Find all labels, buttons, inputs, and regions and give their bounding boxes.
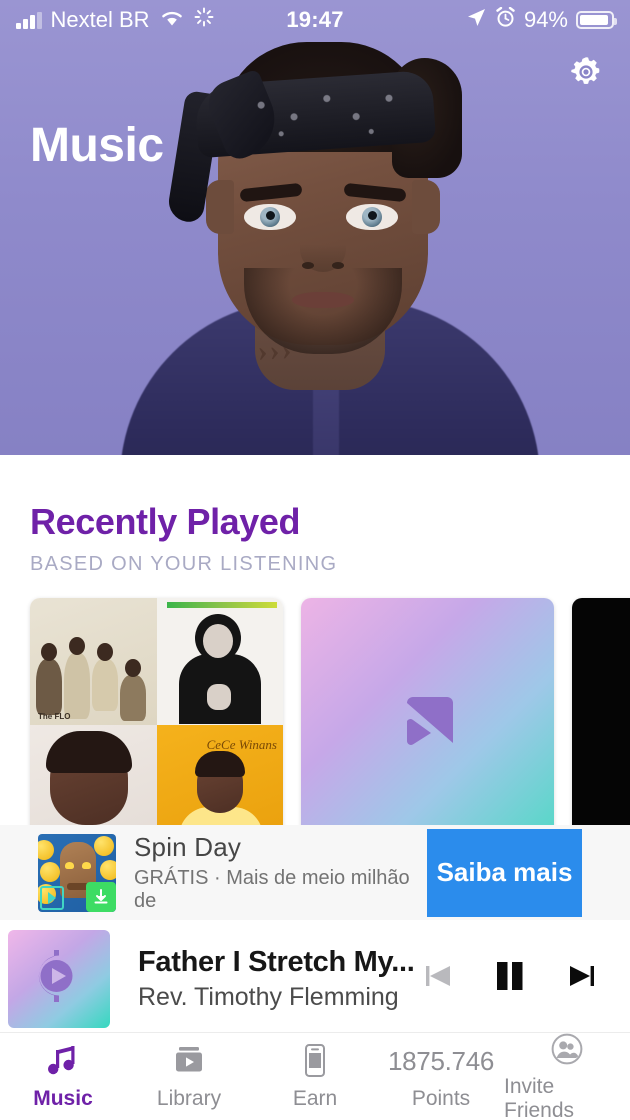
- tab-points[interactable]: 1875.746 Points: [378, 1042, 504, 1111]
- tab-label: Earn: [292, 1087, 338, 1110]
- pause-icon[interactable]: [490, 956, 530, 1001]
- album-card-black[interactable]: [572, 598, 630, 851]
- now-playing-title: Father I Stretch My...: [138, 945, 415, 978]
- tiki-game-icon: [38, 833, 116, 912]
- hero-banner: ››› Nextel BR 19:47 94% Music: [0, 0, 630, 455]
- phone-device-icon: [297, 1042, 333, 1080]
- people-circle-icon: [549, 1030, 585, 1068]
- page-title: Music: [30, 119, 164, 172]
- tab-label: Points: [411, 1087, 471, 1110]
- points-value: 1875.746: [387, 1045, 495, 1076]
- skip-next-icon[interactable]: [564, 958, 600, 999]
- battery-icon: [576, 11, 617, 29]
- album-carousel[interactable]: The FLO CeCe Winans CeCe Winans: [30, 598, 630, 851]
- album-card-collage[interactable]: The FLO CeCe Winans CeCe Winans: [30, 598, 283, 851]
- skip-previous-icon[interactable]: [420, 958, 456, 999]
- tab-earn[interactable]: Earn: [252, 1042, 378, 1111]
- gear-icon: [568, 54, 604, 95]
- artist-photo: ›››: [0, 0, 630, 455]
- tab-library[interactable]: Library: [126, 1042, 252, 1111]
- cent-play-logo-icon: [31, 946, 87, 1011]
- library-video-icon: [171, 1042, 207, 1080]
- play-flag-logo-icon: [385, 679, 471, 770]
- location-arrow-icon: [466, 7, 487, 34]
- section-title: Recently Played: [30, 501, 301, 542]
- ad-banner[interactable]: Spin Day GRÁTIS · Mais de meio milhão de…: [0, 825, 630, 920]
- ad-title: Spin Day: [134, 832, 242, 862]
- bottom-tab-bar[interactable]: Music Library Earn 1875.746 Points Invit…: [0, 1033, 630, 1120]
- tab-invite-friends[interactable]: Invite Friends: [504, 1030, 630, 1120]
- now-playing-bar[interactable]: Father I Stretch My... Rev. Timothy Flem…: [0, 925, 630, 1033]
- recently-played-section: Recently Played BASED ON YOUR LISTENING …: [0, 455, 630, 851]
- now-playing-artist: Rev. Timothy Flemming: [138, 982, 399, 1011]
- status-bar: Nextel BR 19:47 94%: [0, 0, 630, 40]
- tab-label: Music: [33, 1087, 93, 1110]
- now-playing-artwork[interactable]: [8, 929, 110, 1028]
- album-label: The FLO: [38, 711, 71, 721]
- music-note-icon: [45, 1042, 81, 1080]
- battery-percent-label: 94%: [523, 7, 568, 32]
- ad-cta-button[interactable]: Saiba mais: [427, 828, 582, 917]
- section-subtitle: BASED ON YOUR LISTENING: [30, 553, 338, 575]
- tab-music[interactable]: Music: [0, 1042, 126, 1111]
- album-card-gradient[interactable]: [301, 598, 554, 851]
- tab-label: Library: [156, 1087, 222, 1110]
- alarm-clock-icon: [495, 6, 516, 34]
- app-screen: ››› Nextel BR 19:47 94% Music Recently P…: [0, 0, 630, 1120]
- tab-label: Invite Friends: [504, 1075, 575, 1120]
- album-label: CeCe Winans: [206, 736, 277, 752]
- settings-button[interactable]: [564, 52, 608, 96]
- ad-subtitle: GRÁTIS · Mais de meio milhão de: [134, 867, 410, 912]
